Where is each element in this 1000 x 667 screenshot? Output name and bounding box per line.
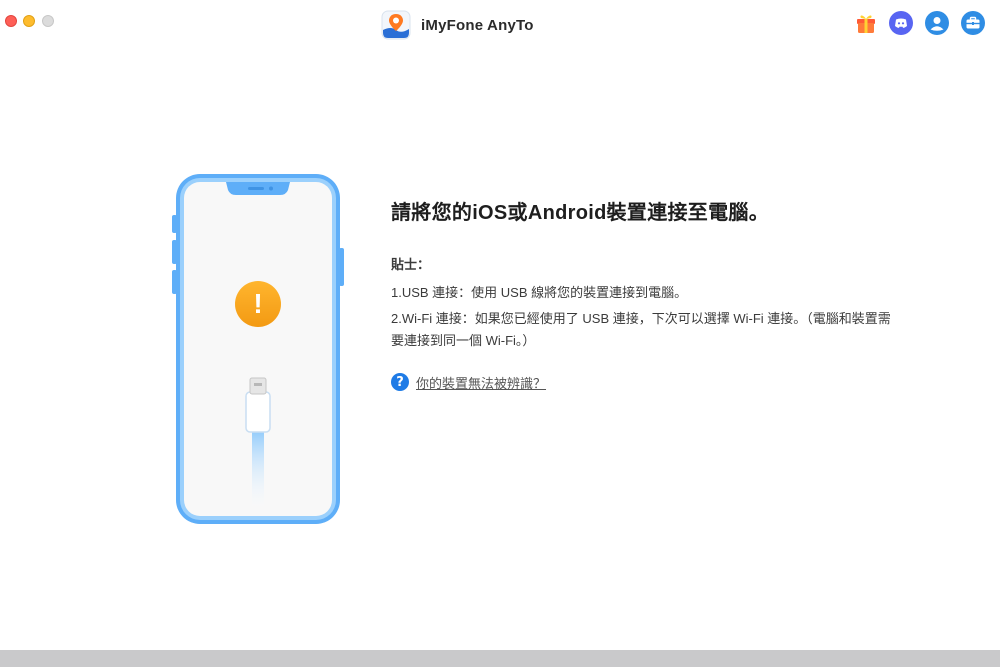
tip-wifi: 2.Wi-Fi 連接：如果您已經使用了 USB 連接，下次可以選擇 Wi-Fi … (391, 311, 891, 348)
app-title: iMyFone AnyTo (421, 17, 534, 34)
account-icon[interactable] (925, 11, 949, 35)
app-window: iMyFone AnyTo ! 請將您的iOS或Android裝置連接至電腦。 … (0, 0, 1000, 650)
warning-symbol: ! (253, 288, 262, 319)
tip-usb: 1.USB 連接：使用 USB 線將您的裝置連接到電腦。 (391, 285, 688, 300)
page-heading: 請將您的iOS或Android裝置連接至電腦。 (391, 202, 770, 224)
help-link-text[interactable]: 你的裝置無法被辨識？ (416, 373, 546, 392)
tips-title: 貼士： (391, 257, 431, 272)
app-logo-icon (381, 10, 411, 40)
toolbox-icon[interactable] (961, 11, 985, 35)
gift-icon[interactable] (854, 11, 878, 35)
device-not-recognized-link[interactable]: ? 你的裝置無法被辨識？ (391, 372, 546, 392)
question-icon: ? (391, 373, 409, 391)
discord-icon[interactable] (889, 11, 913, 35)
phone-illustration (172, 174, 344, 524)
window-close-button[interactable] (5, 15, 17, 27)
tips-section: 貼士： 1.USB 連接：使用 USB 線將您的裝置連接到電腦。 2.Wi-Fi… (391, 254, 891, 352)
title-bar: iMyFone AnyTo (0, 0, 1000, 50)
window-minimize-button[interactable] (23, 15, 35, 27)
window-zoom-button[interactable] (42, 15, 54, 27)
warning-icon: ! (235, 281, 281, 327)
